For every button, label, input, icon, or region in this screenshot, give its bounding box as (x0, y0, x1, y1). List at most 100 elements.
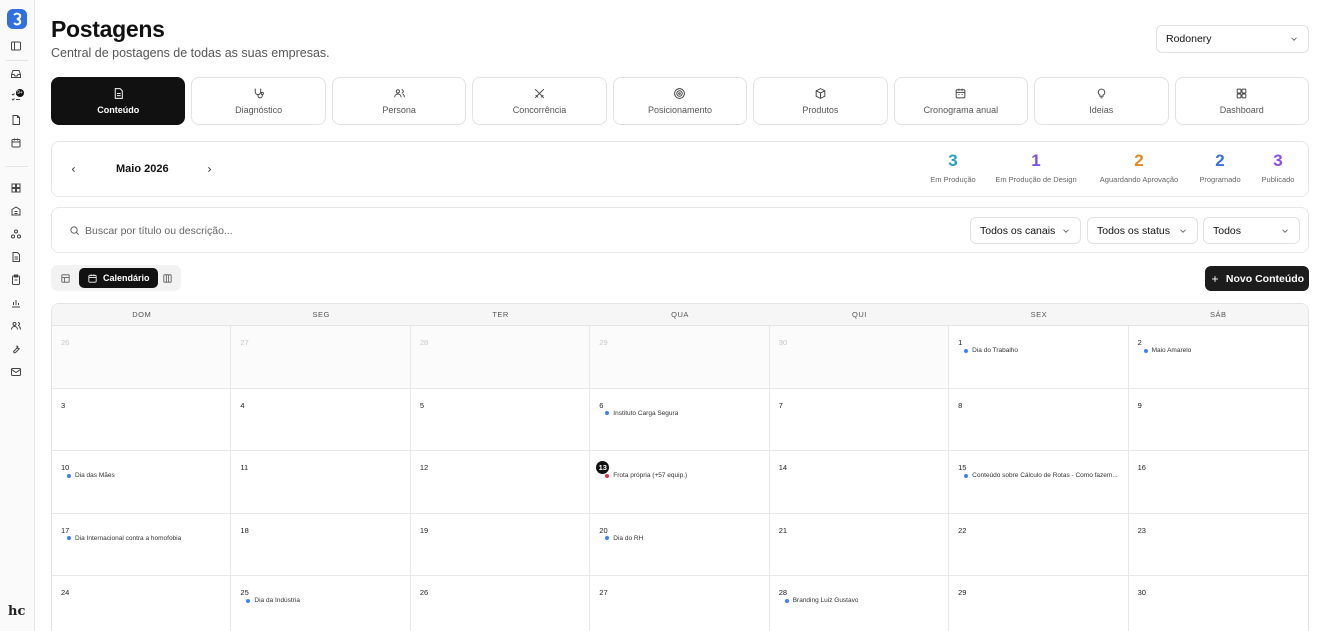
channel-filter-select[interactable]: Todos os canais (970, 217, 1081, 244)
file-icon[interactable] (9, 113, 23, 127)
calendar-event[interactable]: Conteúdo sobre Cálculo de Rotas - Como f… (964, 472, 1118, 479)
tab-diagnostico[interactable]: Diagnóstico (191, 77, 326, 125)
calendar-day-cell[interactable]: 6 Instituto Carga Segura (590, 388, 770, 451)
calendar-event[interactable]: Branding Luiz Gustavo (784, 597, 858, 604)
calendar-day-cell[interactable]: 15 Conteúdo sobre Cálculo de Rotas - Como… (949, 451, 1129, 514)
document-text-icon[interactable] (9, 250, 23, 264)
calendar-day-cell[interactable]: 20 Dia do RH (590, 513, 770, 576)
next-month-button[interactable] (202, 162, 216, 176)
status-filter-select[interactable]: Todos os status (1087, 217, 1198, 244)
stat-em-producao[interactable]: 3 Em Produção (928, 151, 978, 184)
calendar-day-cell[interactable]: 3 (52, 388, 232, 451)
tab-cronograma-anual[interactable]: Cronograma anual (893, 77, 1029, 125)
calendar-day-cell[interactable]: 25 Dia da Indústria (231, 576, 411, 631)
page-subtitle: Central de postagens de todas as suas em… (51, 46, 330, 60)
network-icon[interactable] (9, 227, 23, 241)
calendar-day-cell[interactable]: 5 (410, 388, 591, 451)
calendar-day-cell[interactable]: 21 (769, 513, 950, 576)
new-content-button[interactable]: Novo Conteúdo (1205, 266, 1309, 291)
wrench-icon[interactable] (9, 342, 23, 356)
day-number: 27 (599, 588, 608, 597)
calendar-icon[interactable] (9, 136, 23, 150)
calendar-day-cell[interactable]: 14 (769, 451, 950, 514)
calendar-event[interactable]: Frota própria (+57 equip.) (605, 472, 687, 479)
calendar-day-cell[interactable]: 12 (410, 451, 591, 514)
stat-programado[interactable]: 2 Programado (1195, 151, 1245, 184)
app-logo[interactable] (7, 9, 27, 29)
kanban-icon (162, 273, 172, 283)
calendar-day-cell[interactable]: 30 (769, 326, 950, 389)
tab-label: Cronograma anual (923, 105, 999, 115)
stat-em-producao-design[interactable]: 1 Em Produção de Design (992, 151, 1080, 184)
company-select[interactable]: Rodonery (1156, 25, 1309, 53)
calendar-event[interactable]: Dia do RH (605, 535, 643, 542)
calendar-day-cell[interactable]: 23 (1128, 514, 1308, 576)
table-view-button[interactable] (57, 268, 73, 288)
grid-icon[interactable] (9, 181, 23, 195)
calendar-day-cell[interactable]: 11 (231, 451, 411, 514)
day-number: 6 (599, 400, 604, 410)
calendar-day-cell[interactable]: 10 Dia das Mães (52, 451, 232, 514)
calendar-view-button[interactable]: Calendário (79, 268, 158, 288)
calendar-day-cell[interactable]: 17 Dia Internacional contra a homofobia (52, 513, 232, 576)
tab-dashboard[interactable]: Dashboard (1174, 77, 1309, 125)
calendar-day-cell[interactable]: 29 (590, 326, 770, 389)
stat-label: Aguardando Aprovação (1099, 175, 1179, 184)
board-view-button[interactable] (159, 268, 175, 288)
weekday-label: SÁB (1210, 310, 1227, 319)
calendar-day-cell[interactable]: 26 (52, 326, 232, 389)
calendar-day-cell[interactable]: 27 (590, 576, 770, 631)
calendar-day-cell[interactable]: 4 (231, 388, 411, 451)
building-icon[interactable] (9, 204, 23, 218)
day-number: 15 (958, 463, 967, 472)
tab-produtos[interactable]: Produtos (753, 77, 888, 125)
swords-icon (533, 87, 546, 100)
team-icon[interactable] (9, 319, 23, 333)
tab-persona[interactable]: Persona (331, 77, 467, 125)
calendar-day-cell[interactable]: 8 (949, 388, 1129, 451)
inbox-icon[interactable] (9, 67, 23, 81)
general-filter-select[interactable]: Todos (1203, 217, 1300, 244)
calendar-event[interactable]: Maio Amarelo (1143, 347, 1191, 354)
bar-chart-icon[interactable] (9, 296, 23, 310)
calendar-day-cell[interactable]: 9 (1128, 389, 1308, 451)
calendar-event[interactable]: Dia do Trabalho (964, 347, 1018, 354)
day-number: 29 (599, 338, 608, 347)
calendar-day-cell[interactable]: 26 (411, 576, 591, 631)
calendar-day-cell[interactable]: 29 (949, 576, 1129, 631)
day-number: 7 (778, 400, 783, 410)
search-input[interactable] (85, 221, 685, 241)
calendar-day-cell[interactable]: 24 (52, 576, 232, 631)
calendar-day-cell[interactable]: 28 (410, 326, 591, 389)
previous-month-button[interactable] (66, 162, 80, 176)
tab-ideias[interactable]: Ideias (1034, 77, 1169, 125)
clipboard-icon[interactable] (9, 273, 23, 287)
calendar-event[interactable]: Dia Internacional contra a homofobia (67, 535, 181, 542)
calendar-day-cell[interactable]: 2 Maio Amarelo (1128, 326, 1308, 389)
calendar-event[interactable]: Instituto Carga Segura (605, 410, 678, 417)
document-icon (112, 87, 125, 100)
tab-conteudo[interactable]: Conteúdo (51, 77, 186, 125)
calendar-day-cell[interactable]: 19 (410, 513, 591, 576)
calendar-day-cell[interactable]: 18 (231, 513, 411, 576)
calendar-day-cell[interactable]: 28 Branding Luiz Gustavo (770, 576, 950, 631)
calendar-day-cell[interactable]: 27 (231, 326, 411, 389)
calendar-day-cell[interactable]: 1 Dia do Trabalho (949, 326, 1129, 389)
user-avatar[interactable]: hc (8, 604, 25, 619)
mail-icon[interactable] (9, 365, 23, 379)
stat-aguardando-aprovacao[interactable]: 2 Aguardando Aprovação (1095, 151, 1183, 184)
calendar-day-cell[interactable]: 7 (769, 388, 950, 451)
calendar-day-cell[interactable]: 13 Frota própria (+57 equip.) (590, 451, 770, 514)
calendar-event[interactable]: Dia das Mães (67, 472, 115, 479)
calendar-day-cell[interactable]: 30 (1129, 576, 1308, 631)
tab-concorrencia[interactable]: Concorrência (472, 77, 607, 125)
stat-publicado[interactable]: 3 Publicado (1254, 151, 1302, 184)
day-number: 19 (419, 525, 429, 535)
tab-posicionamento[interactable]: Posicionamento (612, 77, 748, 125)
calendar-day-cell[interactable]: 16 (1128, 451, 1308, 514)
calendar-day-cell[interactable]: 22 (949, 513, 1129, 576)
new-content-label: Novo Conteúdo (1225, 272, 1305, 285)
sidebar-toggle-icon[interactable] (9, 39, 23, 53)
calendar-event[interactable]: Dia da Indústria (246, 597, 300, 604)
stat-label: Publicado (1261, 175, 1295, 184)
